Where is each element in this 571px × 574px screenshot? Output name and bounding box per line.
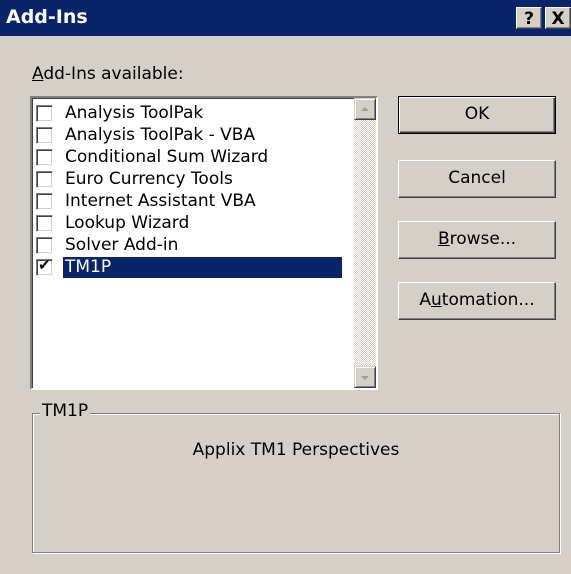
addins-listbox[interactable]: Analysis ToolPak Analysis ToolPak - VBA … bbox=[30, 96, 378, 390]
automation-label-pre: A bbox=[419, 290, 432, 310]
addin-label: Internet Assistant VBA bbox=[65, 190, 256, 211]
addin-item-solver-add-in[interactable]: Solver Add-in bbox=[36, 234, 342, 256]
addin-item-internet-assistant-vba[interactable]: Internet Assistant VBA bbox=[36, 190, 342, 212]
addin-description: Applix TM1 Perspectives bbox=[192, 440, 400, 460]
addin-checkbox[interactable] bbox=[36, 104, 53, 122]
automation-accel: u bbox=[431, 290, 442, 310]
automation-button[interactable]: Automation... bbox=[398, 282, 556, 320]
addin-label: TM1P bbox=[63, 256, 342, 278]
addin-checkbox[interactable] bbox=[36, 236, 53, 254]
window-title: Add-Ins bbox=[6, 6, 88, 28]
addin-item-tm1p[interactable]: TM1P bbox=[36, 256, 342, 278]
addin-item-euro-currency-tools[interactable]: Euro Currency Tools bbox=[36, 168, 342, 190]
addin-details-group bbox=[32, 413, 560, 553]
addin-checkbox[interactable] bbox=[36, 170, 53, 188]
automation-label-rest: tomation... bbox=[441, 290, 535, 310]
addin-label: Analysis ToolPak - VBA bbox=[65, 124, 256, 145]
scroll-up-arrow-icon[interactable] bbox=[354, 98, 376, 120]
addin-item-conditional-sum-wizard[interactable]: Conditional Sum Wizard bbox=[36, 146, 342, 168]
help-button[interactable]: ? bbox=[516, 7, 542, 29]
addin-checkbox[interactable] bbox=[36, 214, 53, 232]
title-bar: Add-Ins ? X bbox=[0, 0, 571, 36]
addin-label: Lookup Wizard bbox=[65, 212, 190, 233]
browse-accel: B bbox=[437, 229, 450, 249]
group-title: TM1P bbox=[40, 401, 91, 421]
addin-label: Analysis ToolPak bbox=[65, 102, 204, 123]
cancel-button[interactable]: Cancel bbox=[398, 160, 556, 198]
addin-checkbox[interactable] bbox=[36, 192, 53, 210]
addin-checkbox[interactable] bbox=[36, 126, 53, 144]
addin-item-analysis-toolpak[interactable]: Analysis ToolPak bbox=[36, 102, 342, 124]
addin-label: Solver Add-in bbox=[65, 234, 179, 255]
addin-item-lookup-wizard[interactable]: Lookup Wizard bbox=[36, 212, 342, 234]
ok-button[interactable]: OK bbox=[398, 96, 556, 134]
addin-label: Conditional Sum Wizard bbox=[65, 146, 269, 167]
addin-item-analysis-toolpak-vba[interactable]: Analysis ToolPak - VBA bbox=[36, 124, 342, 146]
scroll-down-arrow-icon[interactable] bbox=[354, 366, 376, 388]
browse-label-rest: rowse... bbox=[449, 229, 517, 249]
listbox-scrollbar[interactable] bbox=[354, 98, 376, 388]
addin-checkbox-checked[interactable] bbox=[36, 256, 53, 276]
browse-button[interactable]: Browse... bbox=[398, 221, 556, 259]
addin-label: Euro Currency Tools bbox=[65, 168, 233, 189]
addin-checkbox[interactable] bbox=[36, 148, 53, 166]
close-button[interactable]: X bbox=[545, 7, 571, 29]
addins-label-accel: A bbox=[32, 64, 44, 84]
addins-available-label: Add-Ins available: bbox=[32, 64, 184, 84]
addins-label-rest: dd-Ins available: bbox=[43, 64, 184, 84]
